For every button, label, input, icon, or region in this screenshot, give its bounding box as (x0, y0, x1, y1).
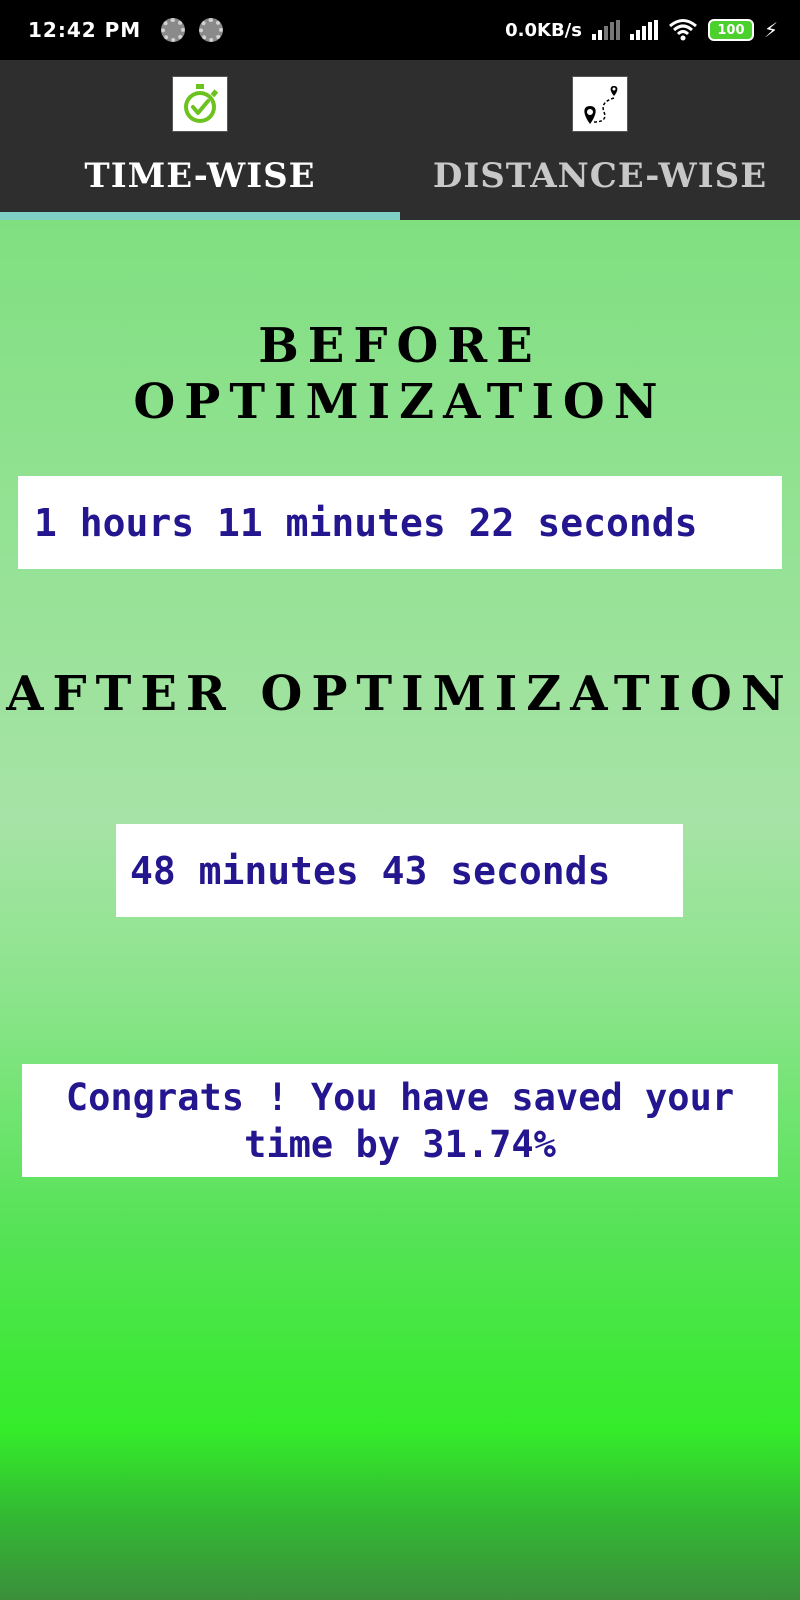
status-left: 12:42 PM (28, 18, 224, 42)
route-pin-icon (584, 86, 618, 124)
tab-distance-wise[interactable]: DISTANCE-WISE (400, 60, 800, 220)
charging-icon: ⚡ (763, 18, 778, 42)
before-optimization-heading: BEFORE OPTIMIZATION (133, 318, 667, 430)
after-time-box: 48 minutes 43 seconds (116, 824, 683, 917)
tab-label: DISTANCE-WISE (432, 156, 768, 196)
tab-icon-container (572, 76, 628, 132)
status-right: 0.0KB/s 100 ⚡ (505, 18, 778, 42)
battery-icon: 100 (707, 19, 754, 41)
before-time-box: 1 hours 11 minutes 22 seconds (18, 476, 782, 569)
tab-icon-container (172, 76, 228, 132)
tab-time-wise[interactable]: TIME-WISE (0, 60, 400, 220)
status-time: 12:42 PM (28, 18, 142, 42)
loading-icon (199, 18, 224, 42)
tab-active-indicator (0, 212, 400, 220)
signal-icon (629, 20, 658, 40)
network-speed: 0.0KB/s (505, 19, 582, 41)
loading-icon (161, 18, 186, 42)
wifi-icon (668, 19, 697, 41)
congrats-line-1: Congrats ! You have saved your (65, 1075, 735, 1119)
tab-bar: TIME-WISE DISTANCE-WISE (0, 60, 800, 220)
congrats-box: Congrats ! You have saved your time by 3… (22, 1064, 778, 1177)
after-time-value: 48 minutes 43 seconds (130, 848, 611, 893)
status-bar: 12:42 PM 0.0KB/s 100 ⚡ (0, 0, 800, 60)
stopwatch-check-icon (184, 84, 219, 123)
before-time-value: 1 hours 11 minutes 22 seconds (34, 500, 698, 545)
signal-icon (591, 20, 620, 40)
congrats-line-2: time by 31.74% (244, 1122, 556, 1166)
after-optimization-heading: AFTER OPTIMIZATION (6, 666, 794, 722)
tab-label: TIME-WISE (84, 156, 316, 196)
